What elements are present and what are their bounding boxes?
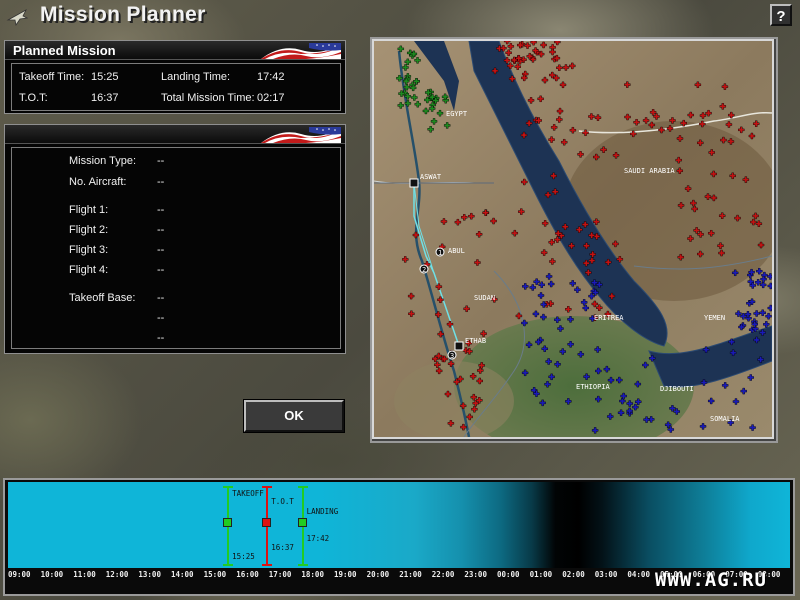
map-label-target: ETHAB [465,337,486,345]
flight-1-value: -- [157,204,165,216]
map-label-djibouti: DJIBOUTI [660,385,694,393]
waypoint-number: 1 [438,249,442,257]
mission-timeline[interactable] [8,482,790,568]
panel-header: Planned Mission [5,41,345,60]
tot-marker-handle[interactable] [262,518,272,527]
panel-title: Planned Mission [13,43,116,58]
flight-3-value: -- [157,244,165,256]
waypoint-number: 2 [422,266,426,274]
map-label-ethiopia: ETHIOPIA [576,383,611,391]
tot-marker-time: 16:37 [271,543,294,552]
us-flag-icon [261,127,341,143]
mission-type-value: -- [157,155,165,167]
flight-4-label: Flight 4: [69,264,109,276]
map-label-start: ASWAT [420,173,442,181]
tot-marker-label: T.O.T [271,497,294,506]
base-extra-value: -- [157,332,165,344]
tot-value: 16:37 [91,92,119,104]
timeline-tick-label: 02:00 [562,570,585,579]
timeline-tick-label: 23:00 [464,570,487,579]
timeline-tick-label: 19:00 [334,570,357,579]
map-label-saudi-arabia: SAUDI ARABIA [624,167,675,175]
timeline-tick-label: 21:00 [399,570,422,579]
panel-body [11,147,341,349]
jet-icon [6,9,28,26]
timeline-tick-label: 20:00 [366,570,390,579]
tot-marker-cap [262,486,273,488]
total-mission-time-label: Total Mission Time: [161,92,255,104]
base-extra-value: -- [157,312,165,324]
timeline-tick-label: 10:00 [40,570,64,579]
page-title: Mission Planner [40,3,206,26]
timeline-tick-label: 00:00 [497,570,520,579]
takeoff-marker-handle[interactable] [223,518,233,527]
takeoff-time-value: 15:25 [91,71,119,83]
takeoff-base-value: -- [157,292,165,304]
aircraft-count-value: -- [157,176,165,188]
aircraft-count-label: No. Aircraft: [69,176,127,188]
total-mission-time-value: 02:17 [257,92,285,104]
takeoff-base-label: Takeoff Base: [69,292,136,304]
timeline-tick-label: 11:00 [73,570,96,579]
timeline-tick-label: 17:00 [268,570,292,579]
timeline-tick-label: 01:00 [529,570,553,579]
watermark-text: WWW.AG.RU [655,569,767,591]
flight-2-value: -- [157,224,165,236]
timeline-tick-label: 15:00 [203,570,227,579]
flight-1-label: Flight 1: [69,204,109,216]
landing-marker-handle[interactable] [297,518,307,527]
timeline-tick-label: 14:00 [171,570,194,579]
landing-marker-cap [297,564,308,566]
map-label-sudan: SUDAN [474,294,495,302]
timeline-tick-label: 09:00 [8,570,31,579]
mission-details-panel: Mission Type: -- No. Aircraft: -- Flight… [4,124,346,354]
timeline-tick-label: 12:00 [105,570,129,579]
timeline-tick-label: 16:00 [236,570,259,579]
tot-marker-cap [262,564,273,566]
landing-time-value: 17:42 [257,71,285,83]
flight-4-value: -- [157,264,165,276]
flight-3-label: Flight 3: [69,244,109,256]
help-button[interactable]: ? [770,4,792,26]
takeoff-marker-label: TAKEOFF [232,489,264,498]
planned-mission-panel: Planned Mission Takeoff Time: 15:25 Land… [4,40,346,114]
takeoff-marker-cap [223,486,234,488]
mission-type-label: Mission Type: [69,155,137,167]
map-label-egypt: EGYPT [446,110,468,118]
waypoint-number: 3 [450,352,454,360]
landing-marker-cap [297,486,308,488]
timeline-tick-label: 03:00 [594,570,618,579]
timeline-tick-label: 22:00 [431,570,455,579]
title-bar: Mission Planner ? [0,0,800,32]
timeline-tick-label: 13:00 [138,570,161,579]
takeoff-time-label: Takeoff Time: [19,71,85,83]
takeoff-marker-cap [223,564,234,566]
timeline-tick-label: 04:00 [627,570,650,579]
landing-time-label: Landing Time: [161,71,231,83]
flight-2-label: Flight 2: [69,224,109,236]
ok-button[interactable]: OK [243,399,345,433]
landing-marker-label: LANDING [306,507,339,516]
takeoff-marker-time: 15:25 [232,552,255,561]
theater-map[interactable]: 1 2 3 ASWAT ABUL ETHAB EGYPT SAUDI ARABI… [372,39,774,439]
timeline-tick-label: 18:00 [301,570,324,579]
map-label-eritrea: ERITREA [594,314,624,322]
panel-header [5,125,345,144]
map-label-waypoint: ABUL [448,247,465,255]
map-label-yemen: YEMEN [704,314,725,322]
map-label-somalia: SOMALIA [710,415,740,423]
us-flag-icon [261,43,341,59]
tot-label: T.O.T: [19,92,48,104]
landing-marker-time: 17:42 [306,534,330,543]
